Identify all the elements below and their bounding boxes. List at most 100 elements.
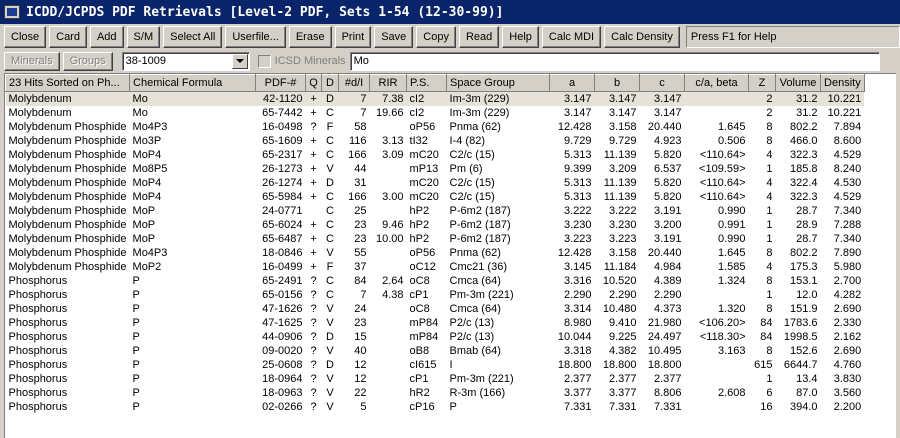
sm-button[interactable]: S/M xyxy=(126,26,161,48)
copy-button[interactable]: Copy xyxy=(416,26,456,48)
cell-name: Phosphorus xyxy=(8,345,68,357)
column-header-name[interactable]: 23 Hits Sorted on Ph... xyxy=(5,74,131,92)
column-header-dI[interactable]: #d/I xyxy=(338,74,371,92)
cell-dens: 2.162 xyxy=(833,331,862,343)
cell-q xyxy=(306,204,322,218)
cell-d: D xyxy=(326,331,334,343)
cell-dens: 4.760 xyxy=(833,359,862,371)
column-header-formula[interactable]: Chemical Formula xyxy=(129,74,257,92)
close-button[interactable]: Close xyxy=(4,26,47,48)
column-header-c[interactable]: c xyxy=(639,74,686,92)
results-table[interactable]: 23 Hits Sorted on Ph... Chemical Formula P… xyxy=(4,73,896,438)
cell-vol: 1998.5 xyxy=(783,331,818,343)
table-row[interactable]: Phosphorus P 09-0020? V 40 oB8 Bmab (64) 3.318 4… xyxy=(6,344,865,358)
table-row[interactable]: Molybdenum Phosphide MoP4 65-2317 + C 166 3.09… xyxy=(6,148,865,162)
table-row[interactable]: Phosphorus P 65-2491? C 84 2.64 oC8 Cmca (64) 3.… xyxy=(6,274,865,288)
table-row[interactable]: Phosphorus P 47-1626? V 24 oC8 Cmca (64) 3.314 1… xyxy=(6,302,865,316)
cell-dens: 10.221 xyxy=(820,91,865,106)
column-header-a[interactable]: a xyxy=(549,74,596,92)
cell-a: 2.377 xyxy=(564,373,592,385)
icsd-minerals-checkbox[interactable]: ICSD Minerals xyxy=(257,54,346,68)
erase-button[interactable]: Erase xyxy=(288,26,332,48)
cell-b: 9.225 xyxy=(609,331,637,343)
cell-rir xyxy=(370,176,407,190)
table-row[interactable]: Phosphorus P 44-0906? D 15 mP84 P2/c (13) 10.04… xyxy=(6,330,865,344)
column-header-vol[interactable]: Volume xyxy=(775,74,822,92)
cell-q: ? xyxy=(310,303,317,315)
cell-dI: 31 xyxy=(354,177,367,189)
table-row[interactable]: Phosphorus P 65-0156? C 7 4.38 cP1 Pm-3m (221) 2… xyxy=(6,288,865,302)
cell-a: 9.729 xyxy=(564,135,592,147)
table-row[interactable]: Molybdenum Phosphide MoP 65-6487 + C 23 10.00 h… xyxy=(6,232,865,246)
chevron-down-icon[interactable] xyxy=(231,53,248,69)
column-header-dens[interactable]: Density xyxy=(820,74,865,92)
table-row[interactable]: Molybdenum Phosphide Mo4P3 18-0846 + V 55 oP56… xyxy=(6,246,865,260)
cell-d: V xyxy=(326,163,334,175)
cell-q: ? xyxy=(310,345,317,357)
userfile-button[interactable]: Userfile... xyxy=(225,26,286,48)
cell-d: C xyxy=(326,233,334,245)
search-input[interactable]: Mo xyxy=(349,51,880,71)
column-header-pdf[interactable]: PDF-# xyxy=(255,74,307,92)
read-button[interactable]: Read xyxy=(458,26,500,48)
status-hint: Press F1 for Help xyxy=(685,26,900,48)
print-button[interactable]: Print xyxy=(334,26,372,48)
column-header-b[interactable]: b xyxy=(594,74,641,92)
cell-name: Molybdenum Phosphide xyxy=(8,121,127,133)
cell-rir xyxy=(370,204,407,218)
cell-q: + xyxy=(310,177,317,189)
cell-vol: 1783.6 xyxy=(783,317,818,329)
groups-button[interactable]: Groups xyxy=(62,51,113,71)
cell-a: 18.800 xyxy=(557,359,592,371)
table-row[interactable]: Molybdenum Phosphide Mo3P 65-1609 + C 116 3.13… xyxy=(6,134,865,148)
cell-c: 24.497 xyxy=(647,331,682,343)
column-header-z[interactable]: Z xyxy=(748,74,777,92)
cell-vol: 31.2 xyxy=(775,91,821,106)
cell-dI: 55 xyxy=(354,247,367,259)
cell-c: 4.389 xyxy=(654,275,682,287)
calc-mdi-button[interactable]: Calc MDI xyxy=(541,26,602,48)
table-row[interactable]: Molybdenum Phosphide Mo4P3 16-0498? F 58 oP56… xyxy=(6,120,865,134)
card-button[interactable]: Card xyxy=(49,26,87,48)
column-header-ps[interactable]: P.S. xyxy=(406,74,448,92)
table-row[interactable]: Phosphorus P 18-0964? V 12 cP1 Pm-3m (221) 2.37… xyxy=(6,372,865,386)
column-header-sg[interactable]: Space Group xyxy=(446,74,551,92)
table-row[interactable]: Molybdenum Mo 65-7442 + C 7 19.66 cI2 Im-3m (229… xyxy=(6,106,865,120)
add-button[interactable]: Add xyxy=(89,26,124,48)
app-icon[interactable] xyxy=(4,5,20,19)
calc-density-button[interactable]: Calc Density xyxy=(604,26,680,48)
table-row[interactable]: Phosphorus P 47-1625? V 23 mP84 P2/c (13) 8.980… xyxy=(6,316,865,330)
window-title: ICDD/JCPDS PDF Retrievals [Level-2 PDF, … xyxy=(26,4,504,20)
table-row[interactable]: Molybdenum Mo 42-1120 + D 7 7.38 cI2 Im-3m (229)… xyxy=(5,91,865,106)
select-all-button[interactable]: Select All xyxy=(163,26,223,48)
cell-a: 3.377 xyxy=(564,387,592,399)
card-number-select[interactable]: 38-1009 xyxy=(121,51,250,71)
cell-name: Molybdenum Phosphide xyxy=(8,233,127,245)
table-row[interactable]: Phosphorus P 25-0608? D 12 cI615 I 18.800 18.800… xyxy=(6,358,865,372)
cell-name: Phosphorus xyxy=(8,387,68,399)
cell-ca: <118.30> xyxy=(699,331,746,343)
table-row[interactable]: Phosphorus P 02-0266? V 5 cP16 P 7.331 7.331 7.33… xyxy=(6,400,865,414)
cell-pdf: 44-0906 xyxy=(262,331,303,343)
column-header-q[interactable]: Q xyxy=(305,74,323,92)
minerals-button[interactable]: Minerals xyxy=(4,51,60,71)
table-row[interactable]: Molybdenum Phosphide MoP4 26-1274 + D 31 mC20 C… xyxy=(6,176,865,190)
table-row[interactable]: Molybdenum Phosphide Mo8P5 26-1273 + V 44 mP13… xyxy=(6,162,865,176)
column-header-rir[interactable]: RIR xyxy=(369,74,408,92)
cell-d: C xyxy=(326,289,334,301)
table-row[interactable]: Molybdenum Phosphide MoP4 65-5984 + C 166 3.00… xyxy=(6,190,865,204)
cell-sg: P2/c (13) xyxy=(449,317,495,329)
table-row[interactable]: Phosphorus P 18-0963? V 22 hR2 R-3m (166) 3.377… xyxy=(6,386,865,400)
cell-ca: <110.64> xyxy=(699,149,746,161)
cell-vol: 28.9 xyxy=(796,219,818,231)
column-header-ca[interactable]: c/a, beta xyxy=(684,74,750,92)
table-row[interactable]: Molybdenum Phosphide MoP2 16-0499 + F 37 oC12 C… xyxy=(6,260,865,274)
column-header-d[interactable]: D xyxy=(321,74,340,92)
cell-formula: P xyxy=(132,401,140,413)
table-row[interactable]: Molybdenum Phosphide MoP 24-0771 C 25 hP2 P-6m… xyxy=(6,204,865,218)
save-button[interactable]: Save xyxy=(374,26,414,48)
cell-b: 9.410 xyxy=(609,317,637,329)
cell-d: C xyxy=(326,107,334,119)
table-row[interactable]: Molybdenum Phosphide MoP 65-6024 + C 23 9.46 hP… xyxy=(6,218,865,232)
help-button[interactable]: Help xyxy=(502,26,539,48)
